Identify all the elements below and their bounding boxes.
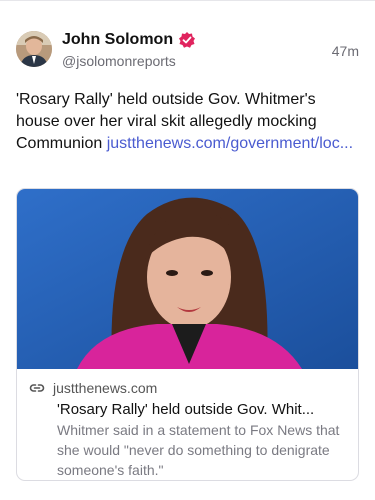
author-name-row: John Solomon (62, 29, 196, 51)
post-header: John Solomon @jsolomonreports 47m (16, 29, 359, 73)
link-description: Whitmer said in a statement to Fox News … (57, 422, 340, 478)
author-display-name[interactable]: John Solomon (62, 31, 173, 49)
author-handle[interactable]: @jsolomonreports (62, 53, 176, 69)
link-preview-card[interactable]: justthenews.com 'Rosary Rally' held outs… (16, 188, 359, 481)
link-domain: justthenews.com (53, 380, 158, 396)
post-body: 'Rosary Rally' held outside Gov. Whitmer… (16, 89, 359, 155)
link-preview-meta: justthenews.com 'Rosary Rally' held outs… (17, 379, 358, 480)
post-timestamp: 47m (331, 43, 359, 59)
post-link[interactable]: justthenews.com/government/loc... (107, 135, 353, 152)
link-icon (29, 380, 45, 396)
link-domain-row: justthenews.com (29, 379, 346, 397)
verified-badge-icon (178, 31, 196, 49)
link-title: 'Rosary Rally' held outside Gov. Whit... (57, 401, 315, 418)
avatar[interactable] (16, 31, 52, 67)
post-card[interactable]: John Solomon @jsolomonreports 47m 'Rosar… (0, 0, 375, 500)
link-preview-image (17, 189, 358, 369)
